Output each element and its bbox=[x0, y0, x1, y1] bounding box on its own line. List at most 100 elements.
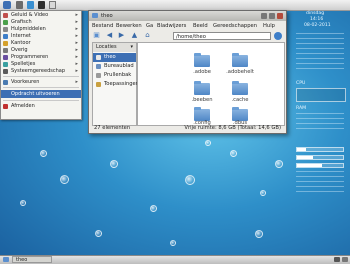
menu-item-graphics[interactable]: Grafisch ▸ bbox=[1, 19, 81, 26]
menu-item-programming[interactable]: Programmeren ▸ bbox=[1, 54, 81, 61]
folder-item[interactable]: .dbus bbox=[228, 107, 252, 126]
menu-ga[interactable]: Ga bbox=[146, 22, 153, 30]
chevron-right-icon: ▸ bbox=[75, 26, 78, 32]
folder-label: .beeben bbox=[191, 97, 213, 103]
show-desktop-icon[interactable] bbox=[3, 257, 9, 262]
place-label: Bureaublad bbox=[104, 63, 134, 69]
tray-icon[interactable] bbox=[342, 257, 348, 262]
menu-item-internet[interactable]: Internet ▸ bbox=[1, 33, 81, 40]
folder-item[interactable]: .config bbox=[190, 107, 214, 126]
bubble bbox=[150, 205, 157, 212]
menu-item-preferences[interactable]: Voorkeuren ▸ bbox=[1, 79, 81, 86]
panel-launcher-icon[interactable] bbox=[38, 1, 45, 9]
taskbar-item[interactable]: theo bbox=[12, 256, 52, 263]
new-folder-icon[interactable]: ▣ bbox=[92, 31, 101, 40]
menu-hulp[interactable]: Hulp bbox=[263, 22, 275, 30]
menu-item-misc[interactable]: Overig ▸ bbox=[1, 47, 81, 54]
chevron-right-icon: ▸ bbox=[75, 47, 78, 53]
place-applications[interactable]: Toepassingen bbox=[93, 80, 140, 89]
folder-item[interactable]: .cache bbox=[228, 81, 252, 108]
bubble bbox=[60, 175, 69, 184]
menu-item-run-command[interactable]: Opdracht uitvoeren bbox=[1, 90, 81, 98]
maximize-button[interactable] bbox=[269, 13, 275, 19]
tools-icon bbox=[3, 27, 8, 32]
panel-launcher-icon[interactable] bbox=[27, 1, 34, 9]
place-theo[interactable]: theo bbox=[93, 53, 136, 62]
folder-label: .adobehelt bbox=[226, 69, 254, 75]
close-button[interactable] bbox=[277, 13, 283, 19]
menu-item-label: Overig bbox=[11, 47, 28, 53]
app-menu-icon[interactable] bbox=[3, 1, 11, 9]
ram-bar bbox=[296, 155, 344, 160]
misc-icon bbox=[3, 48, 8, 53]
menu-item-label: Opdracht uitvoeren bbox=[11, 91, 60, 97]
desktop-icon bbox=[96, 64, 101, 69]
places-header: Locaties bbox=[96, 44, 117, 50]
menu-item-games[interactable]: Spelletjes ▸ bbox=[1, 61, 81, 68]
up-arrow-icon[interactable]: ▲ bbox=[130, 31, 139, 40]
menu-bladwijzers[interactable]: Bladwijzers bbox=[157, 22, 186, 30]
chevron-right-icon: ▸ bbox=[75, 12, 78, 18]
menu-item-label: Grafisch bbox=[11, 19, 32, 25]
menu-separator bbox=[3, 100, 79, 101]
free-space: Vrije ruimte: 8,6 GB (Totaal: 14,6 GB) bbox=[184, 125, 281, 131]
ram-label: RAM bbox=[296, 106, 307, 111]
menu-item-sound-video[interactable]: Geluid & Video ▸ bbox=[1, 12, 81, 19]
menu-item-label: Spelletjes bbox=[11, 61, 36, 67]
bubble bbox=[230, 150, 237, 157]
cpu-bar-fill bbox=[297, 148, 307, 151]
monitor-line: 14:16 bbox=[310, 17, 324, 22]
menu-item-label: Voorkeuren bbox=[11, 79, 40, 85]
place-label: Toepassingen bbox=[104, 81, 140, 87]
window-titlebar[interactable]: theo bbox=[89, 11, 286, 21]
menu-bewerken[interactable]: Bewerken bbox=[116, 22, 142, 30]
menu-bestand[interactable]: Bestand bbox=[92, 22, 113, 30]
bubble bbox=[255, 230, 263, 238]
system-monitor: dinsdag 14:16 08-02-2011 CPU RAM bbox=[292, 11, 348, 207]
folder-item[interactable]: .adobe bbox=[190, 53, 214, 80]
monitor-text-block bbox=[296, 33, 344, 73]
menu-item-office[interactable]: Kantoor ▸ bbox=[1, 40, 81, 47]
bubble bbox=[205, 140, 211, 146]
menu-item-logout[interactable]: Afmelden bbox=[1, 103, 81, 110]
tray-icon[interactable] bbox=[334, 257, 340, 262]
menu-beeld[interactable]: Beeld bbox=[193, 22, 208, 30]
place-desktop[interactable]: Bureaublad bbox=[93, 62, 136, 71]
bubble bbox=[185, 175, 195, 185]
menu-separator bbox=[3, 87, 79, 88]
folder-label: .adobe bbox=[193, 69, 211, 75]
menu-item-label: Afmelden bbox=[11, 103, 35, 109]
folder-icon bbox=[232, 81, 248, 95]
minimize-button[interactable] bbox=[261, 13, 267, 19]
forward-arrow-icon[interactable]: ▶ bbox=[117, 31, 126, 40]
statusbar: 27 elementen Vrije ruimte: 8,6 GB (Totaa… bbox=[92, 125, 283, 132]
chevron-right-icon: ▸ bbox=[75, 68, 78, 74]
file-view: .adobe .adobehelt .beeben .cache .config… bbox=[137, 42, 285, 126]
bubble bbox=[95, 230, 102, 237]
folder-item[interactable]: .beeben bbox=[190, 81, 214, 108]
chevron-down-icon: ▾ bbox=[130, 44, 133, 50]
monitor-line: dinsdag bbox=[306, 11, 325, 16]
menu-item-tools[interactable]: Hulpmiddelen ▸ bbox=[1, 26, 81, 33]
go-icon[interactable] bbox=[274, 32, 282, 40]
menu-gereedschappen[interactable]: Gereedschappen bbox=[213, 22, 257, 30]
location-field[interactable]: /home/theo bbox=[173, 32, 271, 40]
menu-item-system[interactable]: Systeemgereedschap ▸ bbox=[1, 68, 81, 75]
panel-launcher-icon[interactable] bbox=[49, 1, 56, 9]
home-icon[interactable]: ⌂ bbox=[143, 31, 152, 40]
place-trash[interactable]: Prullenbak bbox=[93, 71, 136, 80]
graphics-icon bbox=[3, 20, 8, 25]
chevron-right-icon: ▸ bbox=[75, 33, 78, 39]
bubble bbox=[260, 190, 266, 196]
bubble bbox=[275, 160, 283, 168]
panel-launcher-icon[interactable] bbox=[16, 1, 23, 9]
places-selector[interactable]: Locaties ▾ bbox=[93, 43, 136, 52]
trash-icon bbox=[96, 73, 101, 78]
folder-item[interactable]: .adobehelt bbox=[226, 53, 254, 80]
monitor-text-block bbox=[296, 171, 344, 195]
bubble bbox=[110, 160, 118, 168]
applications-icon bbox=[96, 82, 101, 87]
back-arrow-icon[interactable]: ◀ bbox=[105, 31, 114, 40]
globe-icon bbox=[3, 34, 8, 39]
file-manager-window: theo Bestand Bewerken Ga Bladwijzers Bee… bbox=[88, 10, 287, 134]
